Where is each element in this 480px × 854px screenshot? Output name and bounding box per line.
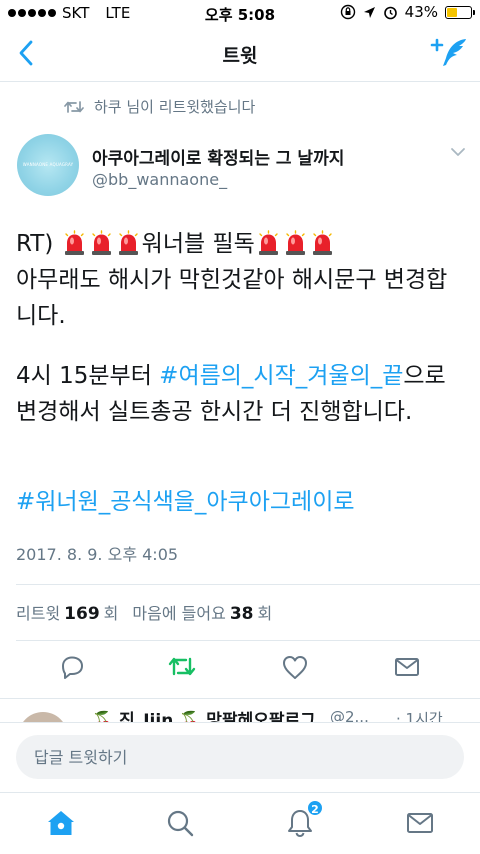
alarm-icon xyxy=(383,6,397,19)
retweets-unit: 회 xyxy=(103,604,119,623)
nav-bar: 트윗 xyxy=(0,26,480,82)
tweet-stats: 리트윗 169 회 마음에 들어요 38 회 xyxy=(16,600,272,624)
avatar[interactable]: WANNAONE AQUAGRAY xyxy=(17,134,79,196)
siren-icon xyxy=(90,230,113,256)
notification-badge: 2 xyxy=(306,799,324,817)
reply-icon[interactable] xyxy=(57,652,87,682)
siren-icon xyxy=(257,230,280,256)
divider xyxy=(16,640,480,641)
likes-count[interactable]: 38 xyxy=(230,604,254,624)
tweet-text-segment: 아무래도 해시가 막힌것같아 해시문구 변경합니다. xyxy=(16,267,448,329)
status-bar: SKT LTE 오후 5:08 43% xyxy=(0,0,480,26)
author-name[interactable]: 아쿠아그레이로 확정되는 그 날까지 xyxy=(92,144,344,169)
divider xyxy=(16,584,480,585)
reply-input[interactable] xyxy=(16,735,464,779)
hashtag-link[interactable]: #워너원_공식색을_아쿠아그레이로 xyxy=(16,489,355,515)
next-tweet-preview[interactable]: 🍒 진_Jiin 🍒 망팔헤오팔르그 @2... · 1시간 xyxy=(0,700,480,724)
siren-icon xyxy=(284,230,307,256)
rotation-lock-icon xyxy=(340,4,355,20)
chevron-down-icon[interactable] xyxy=(450,146,466,158)
home-icon[interactable] xyxy=(45,807,77,839)
tweet-paragraph-1: RT) 워너블 필독 아무래도 해시가 막힌것같아 해시문구 변경합니다. xyxy=(16,226,468,334)
tweet-paragraph-2: 4시 15분부터 #여름의_시작_겨울의_끝으로 변경해서 실트총공 한시간 더… xyxy=(16,358,468,430)
compose-tweet-icon[interactable] xyxy=(430,36,470,70)
tab-bar: 2 xyxy=(0,792,480,854)
tweet-text-segment: 워너블 필독 xyxy=(141,231,255,257)
siren-icon xyxy=(63,230,86,256)
retweet-context: 하쿠 님이 리트윗했습니다 xyxy=(64,96,255,117)
author-handle[interactable]: @bb_wannaone_ xyxy=(92,170,227,189)
hashtag-link[interactable]: #여름의_시작_겨울의_끝 xyxy=(159,363,403,389)
retweets-count[interactable]: 169 xyxy=(64,604,100,624)
retweet-icon xyxy=(64,100,84,113)
reply-bar xyxy=(0,722,480,792)
tweet-timestamp: 2017. 8. 9. 오후 4:05 xyxy=(16,545,179,564)
envelope-icon[interactable] xyxy=(404,807,436,839)
location-icon xyxy=(363,6,375,18)
retweets-label: 리트윗 xyxy=(16,604,61,623)
heart-icon[interactable] xyxy=(280,652,310,682)
avatar-logo-text: WANNAONE AQUAGRAY xyxy=(22,162,74,167)
page-title: 트윗 xyxy=(222,45,258,67)
likes-unit: 회 xyxy=(257,604,273,623)
battery-percent: 43% xyxy=(404,3,438,21)
battery-fill xyxy=(447,7,457,17)
tweet-paragraph-3: #워너원_공식색을_아쿠아그레이로 xyxy=(16,484,468,520)
notifications-tab[interactable]: 2 xyxy=(284,799,324,839)
search-icon[interactable] xyxy=(164,807,196,839)
siren-icon xyxy=(117,230,140,256)
tweet-text-segment: RT) xyxy=(16,231,61,257)
divider xyxy=(0,698,480,699)
retweet-icon[interactable] xyxy=(167,652,197,682)
tweet-text-segment: 4시 15분부터 xyxy=(16,363,160,389)
retweet-context-label: 하쿠 님이 리트윗했습니다 xyxy=(94,98,256,116)
status-right: 43% xyxy=(340,3,475,21)
tweet-actions xyxy=(0,652,480,684)
likes-label: 마음에 들어요 xyxy=(132,604,226,623)
envelope-icon[interactable] xyxy=(392,652,422,682)
siren-icon xyxy=(311,230,334,256)
battery-icon xyxy=(445,5,475,19)
